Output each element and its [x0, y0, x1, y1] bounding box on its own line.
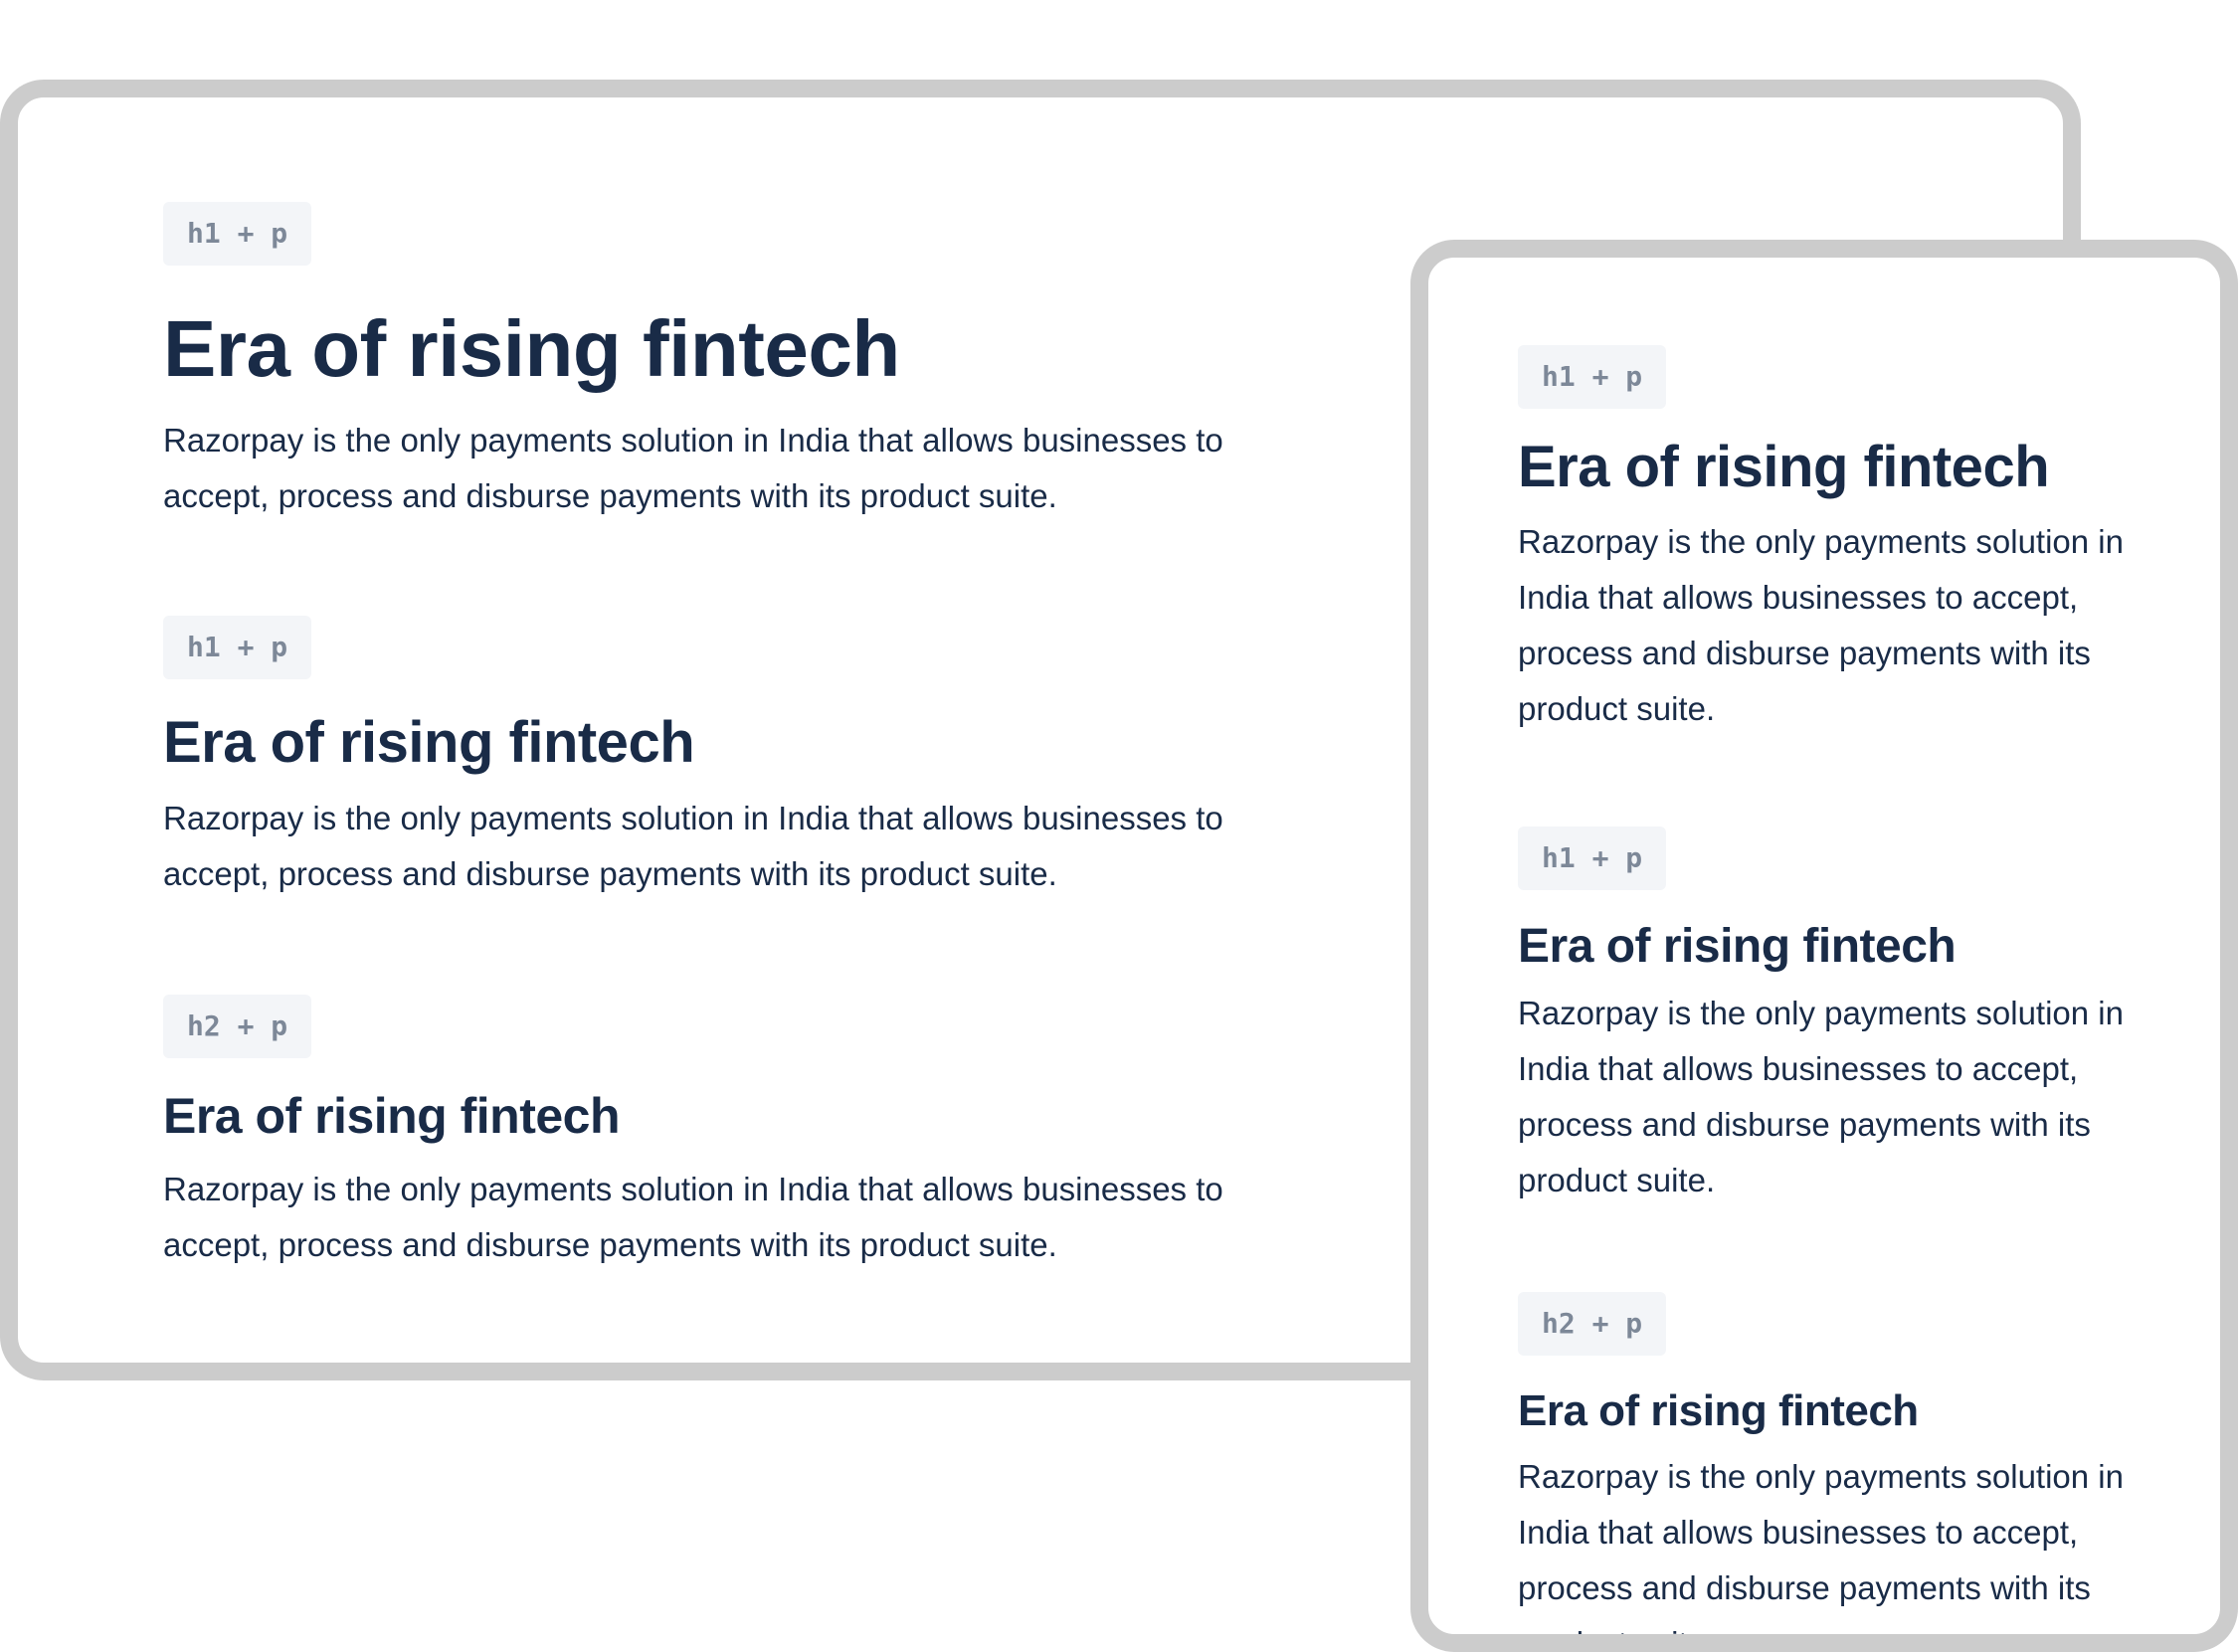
sample-heading: Era of rising fintech	[1518, 1386, 1919, 1435]
element-tag: h1 + p	[1518, 826, 1667, 890]
element-tag: h1 + p	[163, 616, 312, 679]
sample-paragraph: Razorpay is the only payments solution i…	[1518, 523, 2124, 727]
element-tag: h2 + p	[163, 995, 312, 1058]
element-tag: h1 + p	[163, 202, 312, 266]
typography-sample-h1: h1 + p Era of rising fintech Razorpay is…	[163, 616, 1357, 902]
typography-sample-h1-large: h1 + p Era of rising fintech Razorpay is…	[163, 202, 1357, 524]
mobile-preview-frame: h1 + p Era of rising fintech Razorpay is…	[1410, 240, 2238, 1652]
typography-sample-h1-large: h1 + p Era of rising fintech Razorpay is…	[1518, 345, 2204, 737]
sample-paragraph: Razorpay is the only payments solution i…	[163, 1171, 1223, 1263]
sample-heading: Era of rising fintech	[163, 304, 900, 393]
typography-sample-h2: h2 + p Era of rising fintech Razorpay is…	[163, 995, 1357, 1273]
sample-heading: Era of rising fintech	[163, 1088, 621, 1144]
element-tag: h1 + p	[1518, 345, 1667, 409]
sample-heading: Era of rising fintech	[1518, 435, 2050, 499]
sample-paragraph: Razorpay is the only payments solution i…	[1518, 995, 2124, 1198]
sample-paragraph: Razorpay is the only payments solution i…	[163, 800, 1223, 892]
element-tag: h2 + p	[1518, 1292, 1667, 1356]
sample-heading: Era of rising fintech	[163, 710, 695, 775]
sample-heading: Era of rising fintech	[1518, 920, 1957, 973]
sample-paragraph: Razorpay is the only payments solution i…	[1518, 1458, 2124, 1652]
sample-paragraph: Razorpay is the only payments solution i…	[163, 422, 1223, 514]
typography-sample-h2: h2 + p Era of rising fintech Razorpay is…	[1518, 1292, 2204, 1652]
typography-sample-h1: h1 + p Era of rising fintech Razorpay is…	[1518, 826, 2204, 1208]
